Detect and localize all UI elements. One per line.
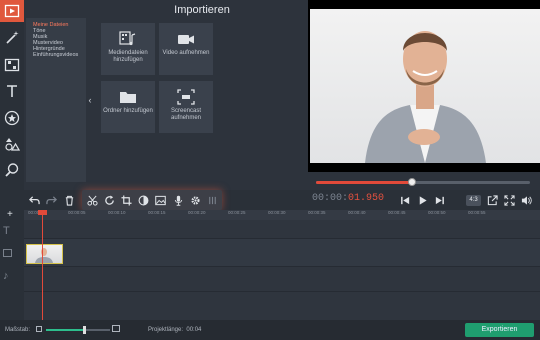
transitions-icon[interactable]	[0, 133, 24, 155]
ruler-tick-label: 00:00:40	[348, 210, 366, 215]
equalizer-icon[interactable]	[203, 191, 221, 209]
screencast-icon	[177, 89, 195, 105]
camera-icon	[178, 35, 194, 44]
add-media-files-button[interactable]: Mediendateien hinzufügen	[101, 23, 155, 75]
ruler-tick-label: 00:00:05	[68, 210, 86, 215]
text-track-icon: T	[3, 225, 10, 237]
detach-preview-icon[interactable]	[483, 191, 501, 209]
music-track-icon: ♪	[3, 270, 9, 282]
zoom-search-icon[interactable]	[0, 159, 24, 181]
color-adjust-icon[interactable]	[134, 191, 152, 209]
crop-icon[interactable]	[117, 191, 135, 209]
image-icon[interactable]	[151, 191, 169, 209]
zoom-out-icon[interactable]	[36, 326, 42, 332]
microphone-icon[interactable]	[169, 191, 187, 209]
cut-icon[interactable]	[83, 191, 101, 209]
text-track[interactable]	[24, 220, 540, 239]
ruler-tick-label: 00:00:50	[428, 210, 446, 215]
time-ruler[interactable]: 00:00:00 00:00:05 00:00:10 00:00:15 00:00:20…	[24, 210, 540, 220]
preview-frame	[310, 9, 540, 163]
filters-icon[interactable]	[0, 54, 24, 76]
play-icon[interactable]	[413, 191, 431, 209]
stickers-icon[interactable]	[0, 107, 24, 129]
tile-label: Video aufnehmen	[162, 50, 210, 56]
video-clip[interactable]	[26, 244, 63, 264]
ruler-tick-label: 00:00:10	[108, 210, 126, 215]
zoom-label: Maßstab:	[5, 327, 31, 333]
video-track-icon	[3, 249, 12, 257]
media-files-icon	[119, 31, 136, 46]
current-time: 00:00:01.950	[312, 193, 385, 204]
video-track[interactable]	[24, 239, 540, 267]
audio-track[interactable]	[24, 267, 540, 292]
panel-title: Importieren	[174, 4, 230, 16]
settings-gear-icon[interactable]	[186, 191, 204, 209]
record-video-button[interactable]: Video aufnehmen	[159, 23, 213, 75]
ruler-tick-label: 00:00:35	[308, 210, 326, 215]
ruler-tick-label: 00:00:20	[188, 210, 206, 215]
category-list: Meine Dateien Töne Musik Mustervideo Hin…	[26, 18, 86, 182]
preview-seek-progress	[316, 181, 413, 184]
ruler-tick-label: 00:00:15	[148, 210, 166, 215]
tile-label: Screencast aufnehmen	[170, 108, 202, 121]
add-folder-button[interactable]: Ordner hinzufügen	[101, 81, 155, 133]
zoom-in-icon[interactable]	[112, 325, 120, 332]
preview-seek-handle[interactable]	[408, 178, 417, 186]
clip-thumbnail	[27, 245, 62, 263]
folder-icon	[120, 92, 136, 103]
ruler-tick-label: 00:00:30	[268, 210, 286, 215]
category-item[interactable]: Einführungsvideos	[26, 52, 86, 58]
magic-wand-icon[interactable]	[0, 27, 24, 49]
ruler-tick-label: 00:00:25	[228, 210, 246, 215]
redo-icon[interactable]	[42, 191, 60, 209]
empty-track-area[interactable]	[24, 292, 540, 320]
project-length: Projektlänge: 00:04	[148, 327, 202, 333]
ruler-tick-label: 00:00:55	[468, 210, 486, 215]
playhead[interactable]	[42, 210, 43, 320]
tile-label: Mediendateien hinzufügen	[108, 50, 148, 63]
tile-label: Ordner hinzufügen	[103, 108, 153, 114]
zoom-slider-handle[interactable]	[83, 326, 87, 334]
import-icon[interactable]	[0, 0, 24, 22]
timeline-toolbar	[0, 190, 540, 210]
titles-icon[interactable]	[0, 80, 24, 102]
previous-frame-icon[interactable]	[396, 191, 414, 209]
delete-icon[interactable]	[60, 191, 78, 209]
rotate-icon[interactable]	[100, 191, 118, 209]
person-image	[365, 31, 486, 163]
undo-icon[interactable]	[25, 191, 43, 209]
next-frame-icon[interactable]	[430, 191, 448, 209]
add-track-icon[interactable]: +	[7, 209, 13, 220]
export-button[interactable]: Exportieren	[465, 323, 534, 337]
playhead-handle[interactable]	[38, 210, 47, 215]
record-screencast-button[interactable]: Screencast aufnehmen	[159, 81, 213, 133]
volume-icon[interactable]	[517, 191, 535, 209]
fullscreen-icon[interactable]	[500, 191, 518, 209]
aspect-ratio-button[interactable]: 4:3	[466, 195, 481, 206]
zoom-slider-fill	[46, 329, 85, 331]
collapse-arrow-icon[interactable]: ‹	[86, 18, 94, 182]
ruler-tick-label: 00:00:45	[388, 210, 406, 215]
tool-sidebar	[0, 0, 24, 208]
